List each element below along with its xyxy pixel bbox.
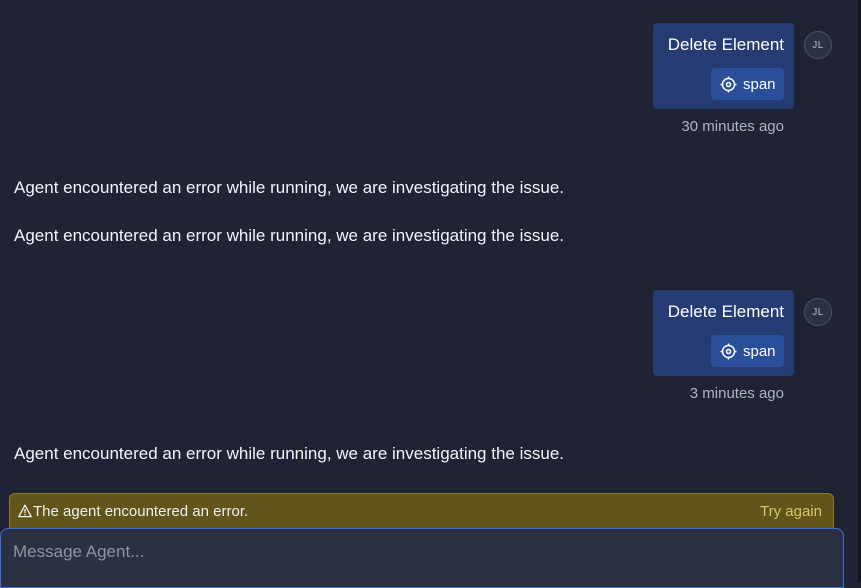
message-title: Delete Element [667, 302, 784, 321]
chip-label: span [743, 342, 776, 360]
agent-message: Agent encountered an error while running… [14, 226, 565, 245]
agent-message: Agent encountered an error while running… [14, 178, 565, 197]
element-chip[interactable]: span [711, 68, 784, 100]
error-banner: The agent encountered an error. Try agai… [9, 493, 834, 529]
target-crosshair-icon [720, 76, 737, 92]
message-timestamp: 30 minutes ago [681, 118, 784, 135]
agent-message: Agent encountered an error while running… [14, 444, 565, 463]
try-again-button[interactable]: Try again [760, 503, 822, 520]
element-chip[interactable]: span [711, 335, 784, 367]
message-input[interactable] [13, 537, 833, 567]
message-timestamp: 3 minutes ago [689, 385, 784, 402]
warning-triangle-icon [18, 504, 32, 518]
message-title: Delete Element [667, 35, 784, 54]
error-message: The agent encountered an error. [33, 503, 249, 520]
avatar: JL [804, 298, 832, 326]
target-crosshair-icon [720, 343, 737, 359]
chip-label: span [743, 75, 776, 93]
avatar: JL [804, 31, 832, 59]
message-composer[interactable] [0, 528, 844, 588]
user-message-bubble: Delete Element span [653, 290, 794, 376]
user-message-bubble: Delete Element span [653, 23, 794, 109]
